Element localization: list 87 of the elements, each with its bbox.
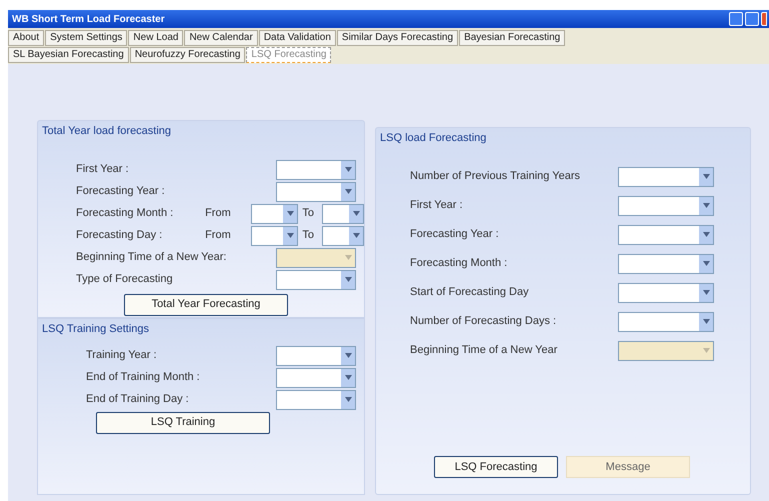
tab[interactable]: Neurofuzzy Forecasting — [130, 47, 246, 63]
from-label: From — [205, 206, 232, 222]
field-label: End of Training Day : — [86, 392, 190, 408]
dropdown-button[interactable] — [699, 226, 713, 244]
group-title: LSQ Training Settings — [41, 322, 150, 337]
dropdown-button[interactable] — [349, 204, 363, 222]
window-title: WB Short Term Load Forecaster — [12, 12, 165, 26]
dropdown-arrow-icon — [344, 353, 352, 358]
field-label: End of Training Month : — [86, 370, 201, 386]
field-label: Forecasting Month : — [410, 256, 508, 272]
dropdown-button[interactable] — [283, 204, 298, 222]
dropdown-field[interactable] — [276, 368, 356, 388]
dropdown-button[interactable] — [341, 182, 355, 200]
dropdown-field[interactable] — [276, 390, 356, 410]
to-label: To — [301, 206, 316, 222]
action-button[interactable]: Total Year Forecasting — [124, 294, 288, 316]
dropdown-button[interactable] — [699, 254, 713, 272]
dropdown-arrow-icon — [344, 375, 352, 380]
dropdown-arrow-icon — [286, 211, 294, 216]
dropdown-field[interactable] — [618, 282, 714, 302]
action-button[interactable]: LSQ Forecasting — [434, 456, 558, 478]
field-label: Forecasting Day : — [76, 228, 164, 244]
dropdown-field[interactable] — [618, 312, 714, 332]
dropdown-field[interactable] — [322, 226, 364, 246]
dropdown-button[interactable] — [699, 196, 713, 214]
dropdown-button[interactable] — [699, 312, 713, 330]
field-label: First Year : — [410, 198, 464, 214]
dropdown-field[interactable] — [250, 226, 298, 246]
field-label: Number of Forecasting Days : — [410, 314, 558, 330]
field-label: Number of Previous Training Years — [410, 169, 581, 184]
field-label: Forecasting Year : — [76, 184, 166, 200]
group-title: Total Year load forecasting — [41, 124, 172, 139]
dropdown-arrow-icon — [702, 348, 710, 353]
dropdown-field[interactable] — [276, 160, 356, 180]
dropdown-arrow-icon — [352, 211, 360, 216]
field-label: Start of Forecasting Day — [410, 285, 530, 300]
dropdown-button[interactable] — [283, 226, 298, 244]
dropdown-arrow-icon — [702, 319, 710, 324]
dropdown-arrow-icon — [344, 189, 352, 194]
tab[interactable]: SL Bayesian Forecasting — [8, 47, 129, 63]
tab[interactable]: Similar Days Forecasting — [336, 30, 458, 46]
field-label: Training Year : — [86, 348, 158, 364]
to-label: To — [301, 228, 316, 244]
dropdown-button[interactable] — [341, 368, 355, 386]
tab[interactable]: Bayesian Forecasting — [459, 30, 566, 46]
dropdown-field[interactable] — [322, 204, 364, 224]
dropdown-field[interactable] — [276, 182, 356, 202]
dropdown-field[interactable] — [276, 346, 356, 366]
dropdown-field[interactable] — [618, 224, 714, 244]
dropdown-arrow-icon — [702, 174, 710, 179]
dropdown-arrow-icon — [344, 277, 352, 282]
dropdown-arrow-icon — [344, 397, 352, 402]
field-label: Beginning Time of a New Year — [410, 343, 558, 358]
dropdown-arrow-icon — [344, 167, 352, 172]
from-label: From — [205, 228, 232, 244]
dropdown-arrow-icon — [702, 232, 710, 237]
dropdown-field[interactable] — [618, 196, 714, 216]
dropdown-field[interactable] — [276, 270, 356, 290]
field-label: Beginning Time of a New Year: — [76, 250, 228, 266]
dropdown-arrow-icon — [702, 261, 710, 266]
dropdown-button[interactable] — [341, 270, 355, 288]
dropdown-field[interactable] — [618, 166, 714, 186]
field-label: Forecasting Month : — [76, 206, 174, 222]
dropdown-arrow-icon — [702, 290, 710, 295]
tab[interactable]: New Calendar — [184, 30, 258, 46]
dropdown-field[interactable] — [250, 204, 298, 224]
field-label: First Year : — [76, 162, 130, 178]
tab[interactable]: Data Validation — [258, 30, 336, 46]
tab[interactable]: System Settings — [45, 30, 128, 46]
group-title: LSQ load Forecasting — [379, 131, 488, 146]
dropdown-arrow-icon — [702, 203, 710, 208]
dropdown-arrow-icon — [286, 233, 294, 238]
dropdown-button[interactable] — [349, 226, 363, 244]
dropdown-button[interactable] — [341, 346, 355, 364]
dropdown-arrow-icon — [344, 255, 352, 260]
dropdown-button[interactable] — [699, 284, 713, 302]
dropdown-button[interactable] — [699, 168, 713, 186]
tab[interactable]: LSQ Forecasting — [246, 47, 332, 63]
dropdown-arrow-icon — [352, 233, 360, 238]
field-label: Forecasting Year : — [410, 227, 500, 242]
tab[interactable]: About — [8, 30, 44, 46]
dropdown-field[interactable] — [618, 254, 714, 274]
dropdown-button[interactable] — [341, 390, 355, 408]
field-label: Type of Forecasting — [76, 272, 174, 288]
dropdown-button[interactable] — [341, 160, 355, 178]
action-button[interactable]: LSQ Training — [96, 412, 270, 434]
tab[interactable]: New Load — [128, 30, 184, 46]
